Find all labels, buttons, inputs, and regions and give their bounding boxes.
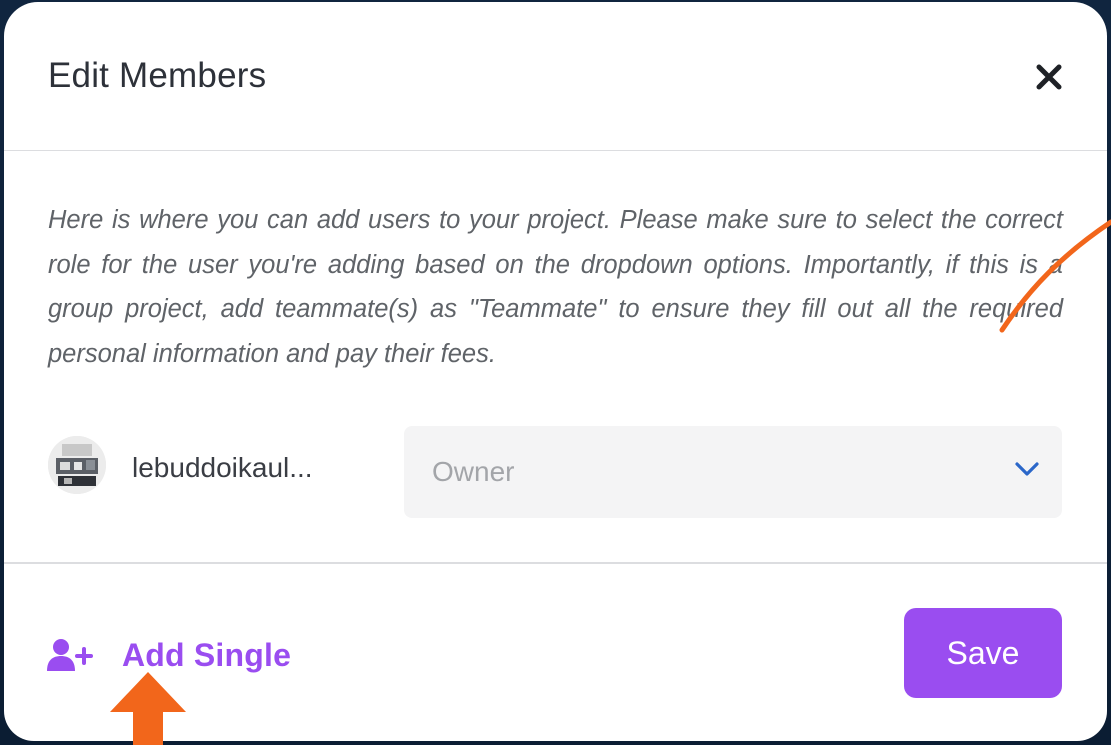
- add-single-label: Add Single: [122, 636, 292, 673]
- modal-header: Edit Members: [4, 2, 1107, 151]
- add-single-button[interactable]: Add Single: [46, 632, 291, 678]
- close-icon: [1036, 64, 1062, 90]
- footer-divider: [4, 562, 1107, 564]
- role-dropdown[interactable]: Owner: [404, 426, 1062, 518]
- member-row: lebuddoikaul... Owner: [4, 426, 1107, 518]
- save-button[interactable]: Save: [904, 608, 1062, 698]
- member-name: lebuddoikaul...: [132, 452, 313, 483]
- user-plus-icon: [47, 639, 93, 671]
- close-button[interactable]: [1032, 60, 1066, 94]
- edit-members-modal: Edit Members Here is where you can add u…: [4, 2, 1107, 741]
- chevron-down-icon: [1015, 462, 1039, 476]
- instructions-text: Here is where you can add users to your …: [48, 206, 1063, 368]
- modal-title: Edit Members: [48, 56, 267, 95]
- role-value: Owner: [432, 456, 515, 487]
- avatar: [48, 436, 106, 494]
